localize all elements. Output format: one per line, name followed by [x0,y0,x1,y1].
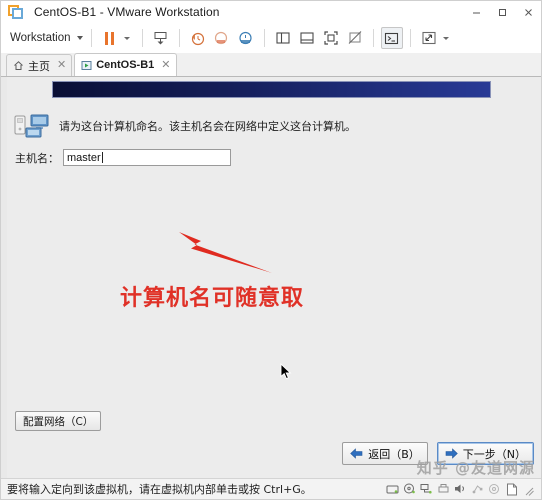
chevron-down-icon [443,36,450,40]
usb-icon[interactable] [471,483,484,496]
maximize-button[interactable] [489,1,515,23]
installer-banner [52,81,491,98]
back-button-label: 返回（B） [368,447,420,461]
workstation-menu-label: Workstation [10,32,71,44]
status-bar: 要将输入定向到该虚拟机，请在虚拟机内部单击或按 Ctrl+G。 [1,478,541,499]
chevron-down-icon [124,36,131,40]
next-button-label: 下一步（N） [462,447,526,461]
pause-dropdown-button[interactable] [123,27,135,49]
show-thumbnail-bar-button[interactable] [296,27,318,49]
tab-home-label: 主页 [28,60,50,73]
text-caret [101,152,103,163]
vm-play-icon [81,60,92,71]
hostname-input-value: master [67,151,101,164]
toolbar-separator [141,29,143,47]
home-icon [13,60,24,71]
tab-strip: 主页 ✕ CentOS-B1 ✕ [1,53,541,77]
vm-page-icon[interactable] [505,483,518,496]
tab-centos-b1-label: CentOS-B1 [96,59,155,71]
status-bar-message: 要将输入定向到该虚拟机，请在虚拟机内部单击或按 Ctrl+G。 [7,483,312,496]
revert-snapshot-button[interactable] [211,27,233,49]
show-sidebar-button[interactable] [272,27,294,49]
hard-disk-icon[interactable] [386,483,399,496]
main-toolbar: Workstation [1,23,541,54]
tab-centos-b1[interactable]: CentOS-B1 ✕ [74,53,177,76]
title-bar: CentOS-B1 - VMware Workstation [1,1,541,23]
arrow-right-icon [445,448,458,459]
unity-mode-icon [348,31,361,44]
status-device-icons [386,483,535,496]
take-snapshot-icon [191,32,205,45]
console-view-button[interactable] [380,27,403,49]
printer-icon[interactable] [437,483,450,496]
sound-card-icon[interactable] [454,483,467,496]
snapshot-clock-icon [239,31,252,44]
snapshot-clock-button[interactable] [235,27,257,49]
snapshot-manager-button[interactable] [150,27,172,49]
hostname-input[interactable]: master [63,149,231,166]
back-button[interactable]: 返回（B） [342,442,428,465]
window-title: CentOS-B1 - VMware Workstation [34,5,220,19]
toolbar-separator [263,29,265,47]
stretch-view-button[interactable] [418,27,440,49]
display-icon[interactable] [488,483,501,496]
vmware-workstation-window: CentOS-B1 - VMware Workstation Workstati… [0,0,542,500]
take-snapshot-button[interactable] [187,27,209,49]
workstation-menu-button[interactable]: Workstation [8,27,85,49]
vm-console-screen[interactable]: 请为这台计算机命名。该主机名会在网络中定义这台计算机。 主机名： master … [1,77,541,478]
stretch-dropdown-button[interactable] [442,27,454,49]
hostname-label: 主机名： [15,151,59,165]
close-icon[interactable]: ✕ [57,60,66,71]
tab-home[interactable]: 主页 ✕ [6,54,73,76]
window-controls [463,1,541,23]
mouse-cursor [280,363,292,380]
centos-installer-dialog: 请为这台计算机命名。该主机名会在网络中定义这台计算机。 主机名： master … [7,77,541,478]
installer-prompt-text: 请为这台计算机命名。该主机名会在网络中定义这台计算机。 [59,120,356,133]
computer-network-icon [13,113,53,139]
installer-nav-buttons: 返回（B） 下一步（N） [342,442,534,465]
stretch-arrows-icon [421,31,436,45]
toolbar-separator [409,29,411,47]
next-button[interactable]: 下一步（N） [436,442,534,465]
configure-network-button[interactable]: 配置网络（C） [15,411,102,431]
cd-dvd-icon[interactable] [403,483,416,496]
unity-mode-button[interactable] [344,27,366,49]
sidebar-panel-icon [275,32,290,44]
pause-icon [104,31,115,45]
fullscreen-icon [323,31,338,45]
vmware-logo-icon [8,4,24,20]
toolbar-separator [90,29,92,47]
close-button[interactable] [515,1,541,23]
revert-snapshot-icon [214,31,228,44]
red-annotation-note: 计算机名可随意取 [120,286,305,311]
hostname-row: 主机名： master [15,149,231,166]
close-icon[interactable]: ✕ [161,59,170,71]
pause-vm-button[interactable] [99,27,121,49]
prompt-row: 请为这台计算机命名。该主机名会在网络中定义这台计算机。 [13,113,356,139]
snapshot-manager-icon [154,31,167,44]
fullscreen-button[interactable] [320,27,342,49]
minimize-button[interactable] [463,1,489,23]
toolbar-separator [372,29,374,47]
chevron-down-icon [76,36,83,40]
arrow-left-icon [350,448,363,459]
console-prompt-icon [384,32,399,44]
toolbar-separator [178,29,180,47]
network-adapter-icon[interactable] [420,483,433,496]
thumbnail-bar-icon [299,32,314,44]
resize-grip-icon[interactable] [524,484,535,496]
